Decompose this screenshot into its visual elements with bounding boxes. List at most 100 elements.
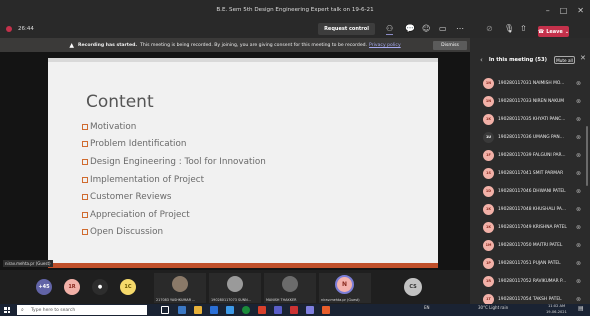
mic-icon[interactable]: 🎙 (504, 24, 514, 34)
panel-title: In this meeting (53) (488, 57, 547, 63)
participants-panel: ‹ In this meeting (53) Mute all ✕ 1N 1902… (470, 38, 590, 305)
participant-name: 190280117048 KHUSHALI PA... (498, 206, 567, 212)
back-icon[interactable]: ‹ (480, 56, 483, 64)
participant-name: 190280117046 DHWANI PATEL (498, 188, 566, 194)
tile-name: 190280117073 SUNN... (211, 298, 251, 302)
mic-off-icon: ⊗ (576, 169, 582, 177)
participant-row[interactable]: 1N 190280117033 NIREN NAKUM ⊗ (470, 92, 590, 110)
rooms-icon[interactable]: ▭ (439, 24, 447, 34)
bullet-box-icon (82, 123, 88, 130)
mute-all-button[interactable]: Mute all (554, 56, 575, 64)
participant-initials: 1F (483, 149, 494, 161)
edge-icon[interactable] (178, 306, 186, 314)
notifications-icon[interactable]: ▤ (578, 305, 584, 312)
maximize-icon[interactable]: □ (560, 6, 568, 15)
participant-row[interactable]: 1P 190280117051 PUJAN PATEL ⊗ (470, 254, 590, 272)
mail-icon[interactable] (226, 306, 234, 314)
more-options-icon[interactable]: ⋯ (456, 24, 464, 34)
clock-time[interactable]: 11:02 AM (548, 304, 565, 308)
mic-off-icon: ⊗ (576, 259, 582, 267)
participant-name: 190280117035 KHYATI PANC... (498, 116, 566, 122)
share-icon[interactable]: ⇧ (520, 24, 527, 34)
windows-start-icon[interactable] (2, 305, 12, 315)
participant-name: 190280117041 SMIT PARMAR (498, 170, 564, 176)
participant-row[interactable]: 1D 190280117046 DHWANI PATEL ⊗ (470, 182, 590, 200)
participant-row[interactable]: 1K 190280117048 KHUSHALI PA... ⊗ (470, 200, 590, 218)
participant-row[interactable]: 1M 190280117050 MAITRI PATEL ⊗ (470, 236, 590, 254)
chat-icon[interactable]: 💬 (405, 24, 415, 34)
leave-label: Leave (546, 28, 563, 35)
presenter-tile[interactable]: N nirav.mehta.pr (Guest) (319, 273, 371, 303)
privacy-policy-link[interactable]: Privacy policy (369, 43, 401, 48)
participant-initials: 1T (483, 293, 494, 305)
mic-off-icon: ⊗ (576, 205, 582, 213)
bullet-item: Customer Reviews (82, 188, 266, 206)
participant-row[interactable]: 1R 190280117052 RAVIKUMAR P... ⊗ (470, 272, 590, 290)
camera-off-icon[interactable]: ⊘ (486, 24, 493, 34)
participant-row[interactable]: 1K 190280117049 KRISHNA PATEL ⊗ (470, 218, 590, 236)
mic-off-icon: ⊗ (576, 133, 582, 141)
participant-row[interactable]: 1S 190280117041 SMIT PARMAR ⊗ (470, 164, 590, 182)
participant-video-off-avatar[interactable]: ● (92, 279, 108, 295)
mic-off-icon: ⊗ (576, 241, 582, 249)
participant-row[interactable]: 1K 190280117035 KHYATI PANC... ⊗ (470, 110, 590, 128)
participant-row[interactable]: 1F 190280117039 FALGUNI PAR... ⊗ (470, 146, 590, 164)
teams-icon[interactable] (274, 306, 282, 314)
close-window-icon[interactable]: ✕ (577, 6, 584, 15)
participant-photo (227, 276, 243, 292)
participant-initials: 1N (483, 77, 494, 89)
participant-name: 190280117049 KRISHNA PATEL (498, 224, 567, 230)
participant-row[interactable]: 1N 190280117031 NAIMISH MO... ⊗ (470, 74, 590, 92)
language-indicator[interactable]: EN (424, 305, 430, 310)
chevron-down-icon: ⌄ (564, 28, 570, 35)
bullet-box-icon (82, 194, 88, 201)
chrome-icon[interactable] (242, 306, 250, 314)
participant-name: 190280117039 FALGUNI PAR... (498, 152, 566, 158)
app-icon[interactable] (322, 306, 330, 314)
dismiss-button[interactable]: Dismiss (433, 41, 467, 50)
app-icon[interactable] (258, 306, 266, 314)
app-icon[interactable] (290, 306, 298, 314)
bullet-item: Design Engineering : Tool for Innovation (82, 153, 266, 171)
participant-initials: 1K (483, 113, 494, 125)
participant-avatar[interactable]: CS (404, 278, 422, 296)
participant-avatar[interactable]: 1C (120, 279, 136, 295)
close-panel-icon[interactable]: ✕ (580, 54, 586, 62)
bullet-item: Problem Identification (82, 136, 266, 154)
slide-bottom-band (48, 263, 438, 268)
participant-tile[interactable]: 217083 YASHKUMAR ... (154, 273, 206, 303)
bullet-box-icon (82, 176, 88, 183)
slide-title: Content (86, 92, 154, 112)
participant-tile[interactable]: MANISH THAKKER (264, 273, 316, 303)
app-icon[interactable] (306, 306, 314, 314)
participant-tile[interactable]: 190280117073 SUNN... (209, 273, 261, 303)
reactions-icon[interactable]: ☺ (422, 24, 430, 34)
overflow-participants-avatar[interactable]: +45 (36, 279, 52, 295)
participant-avatar[interactable]: 1R (64, 279, 80, 295)
taskbar-search-input[interactable]: ⌕ Type here to search (17, 305, 147, 315)
banner-bold: Recording has started. (77, 42, 138, 48)
bullet-box-icon (82, 229, 88, 236)
bullet-box-icon (82, 211, 88, 218)
panel-scrollbar[interactable] (586, 126, 588, 186)
task-view-icon[interactable] (161, 306, 169, 314)
store-icon[interactable] (210, 306, 218, 314)
presenter-avatar: N (335, 275, 354, 294)
weather-widget[interactable]: 30°C Light rain (478, 305, 508, 310)
title-bar: B.E. Sem 5th Design Engineering Expert t… (0, 0, 590, 20)
participant-initials: 1K (483, 221, 494, 233)
phone-icon: ☎ (537, 28, 545, 35)
participants-icon[interactable]: ⚇ (386, 24, 394, 35)
clock-date[interactable]: 19-06-2021 (546, 310, 567, 314)
minimize-icon[interactable]: – (546, 6, 550, 15)
request-control-button[interactable]: Request control (318, 23, 375, 35)
leave-button[interactable]: ☎ Leave ⌄ (538, 26, 569, 37)
participant-initials: 1M (483, 239, 494, 251)
participant-row[interactable]: 1U 190280117036 UMANG PAN... ⊗ (470, 128, 590, 146)
participant-name: 190280117033 NIREN NAKUM (498, 98, 565, 104)
bullet-box-icon (82, 158, 88, 165)
file-explorer-icon[interactable] (194, 306, 202, 314)
mic-off-icon: ⊗ (576, 115, 582, 123)
mic-off-icon: ⊗ (576, 295, 582, 303)
banner-text: This meeting is being recorded. By joini… (140, 42, 368, 48)
